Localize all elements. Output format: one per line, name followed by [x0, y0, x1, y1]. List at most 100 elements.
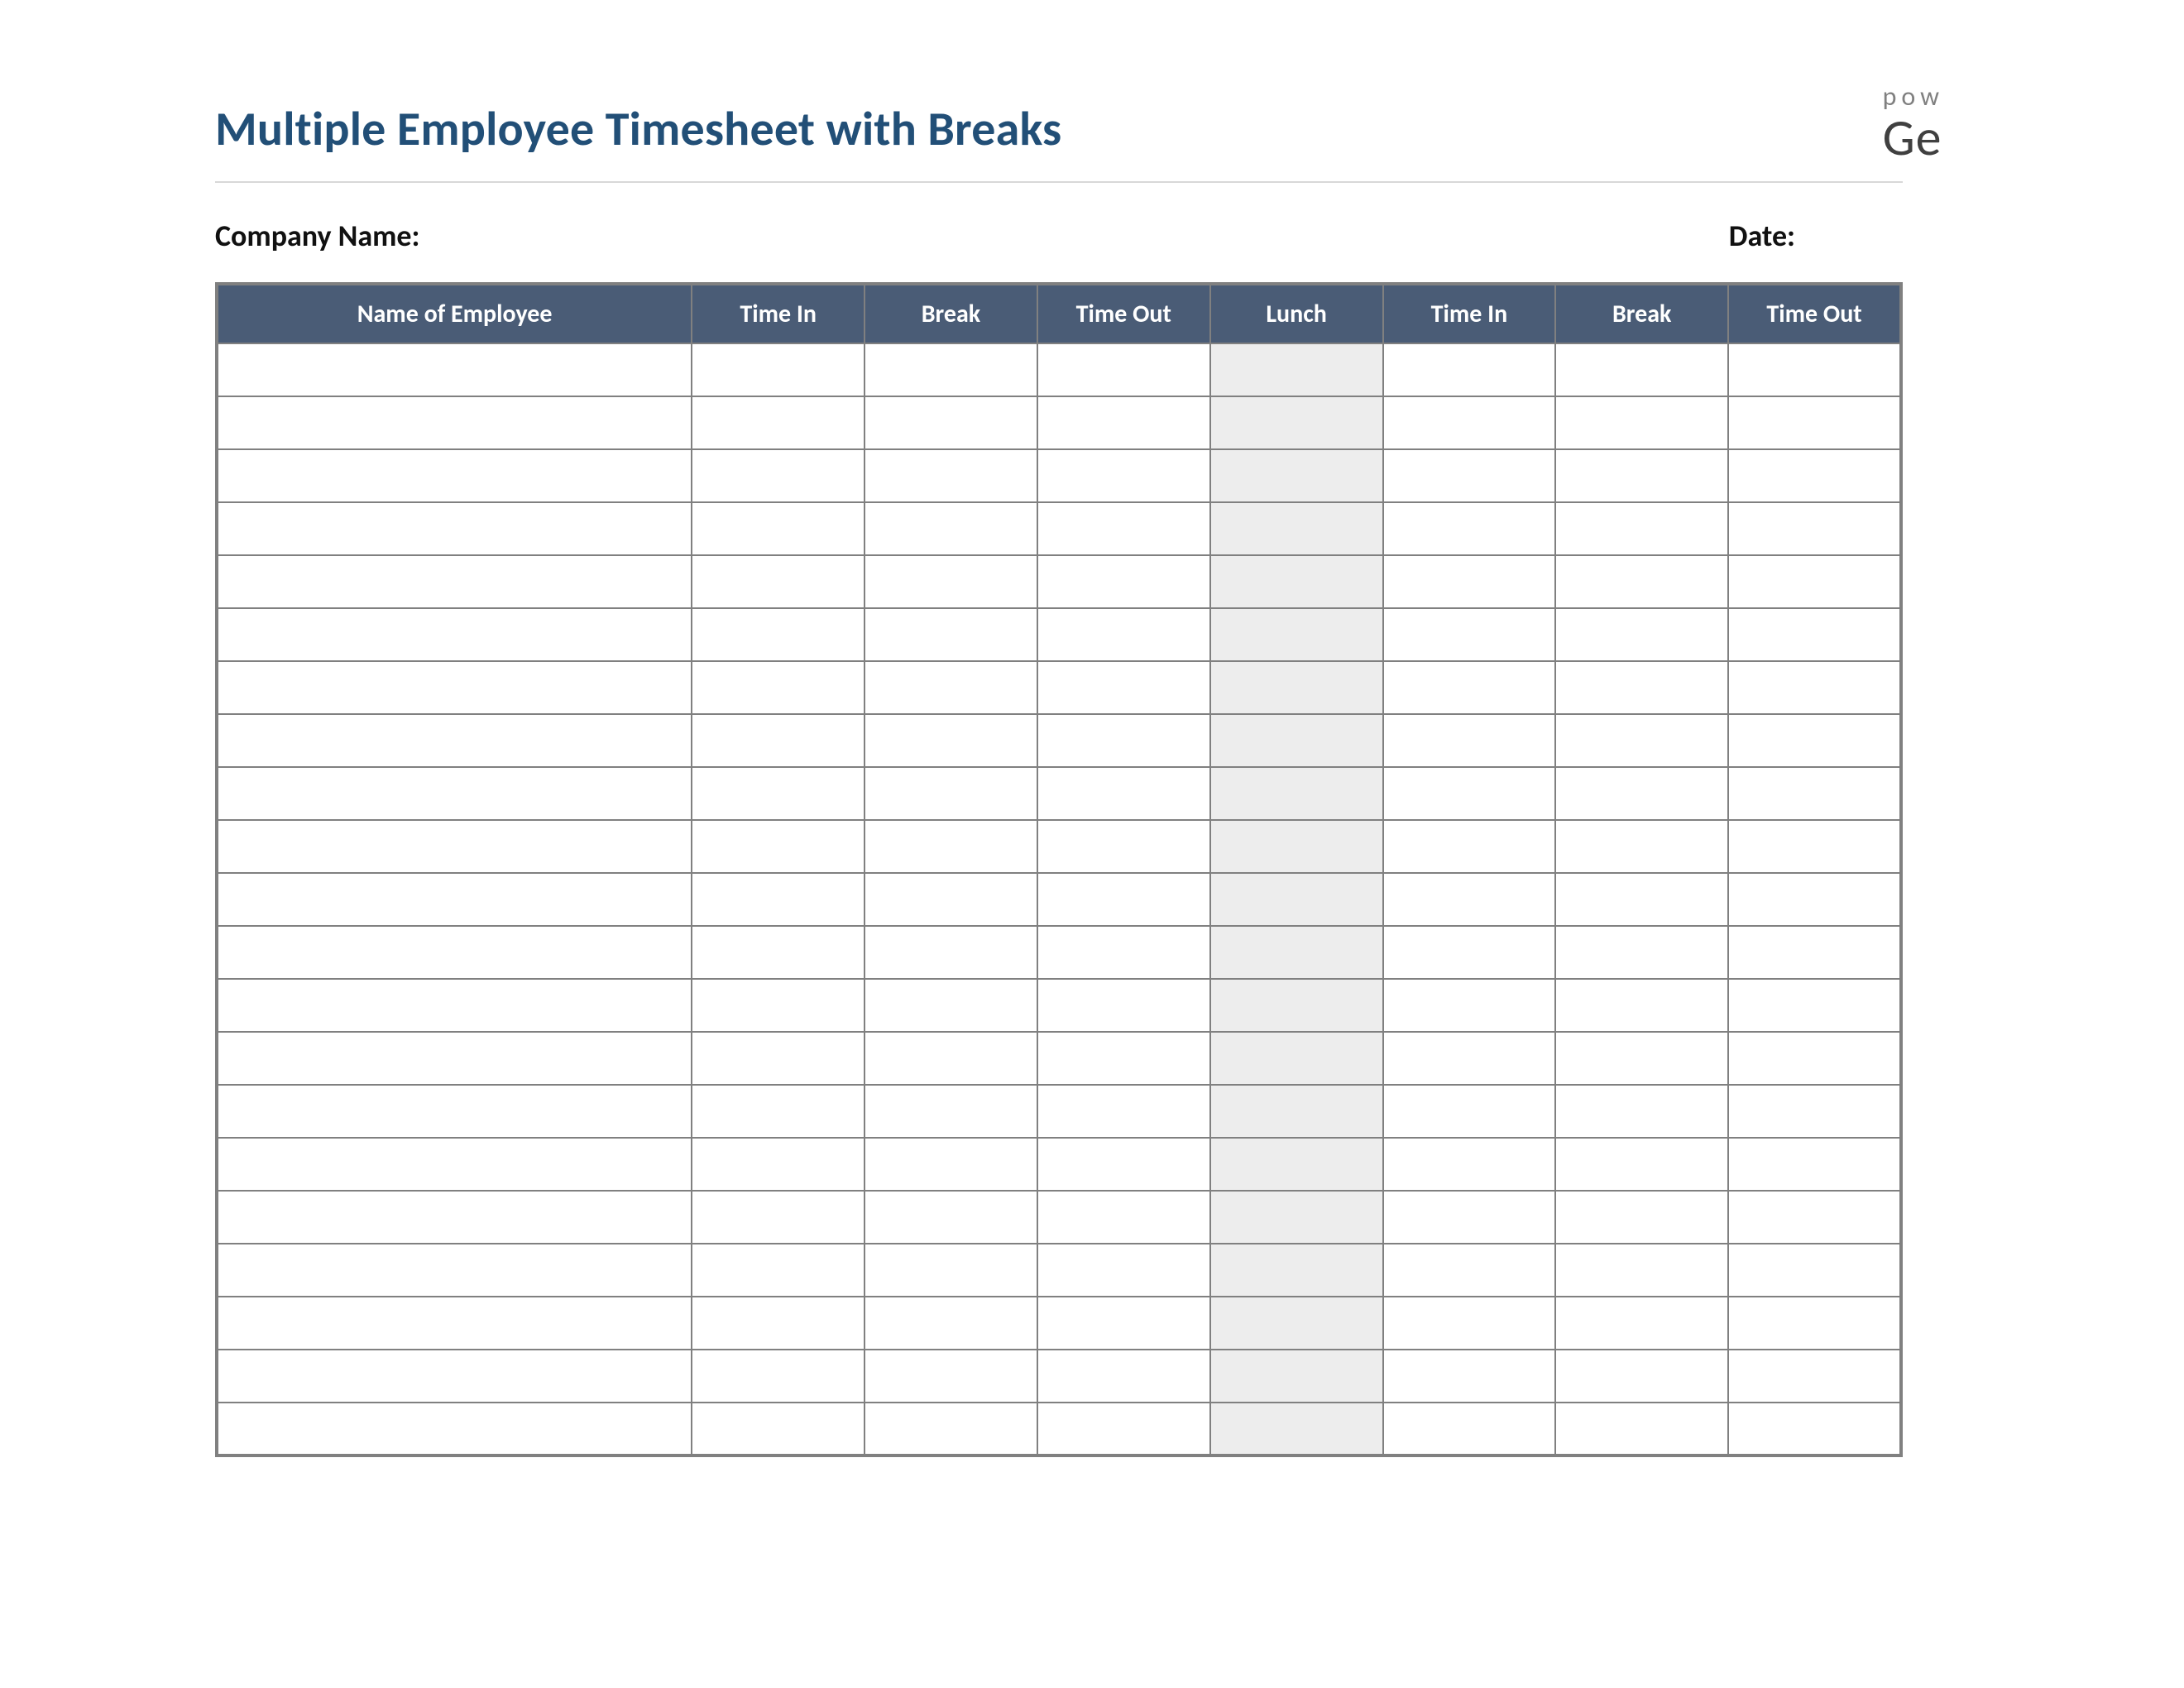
cell[interactable] [1555, 1403, 1728, 1455]
cell[interactable] [692, 1138, 864, 1191]
cell[interactable] [1383, 873, 1556, 926]
cell[interactable] [1037, 661, 1210, 714]
cell[interactable] [1037, 1085, 1210, 1138]
cell[interactable] [864, 1297, 1037, 1350]
cell[interactable] [1383, 1191, 1556, 1244]
cell[interactable] [1728, 1350, 1901, 1403]
cell[interactable] [864, 926, 1037, 979]
cell[interactable] [217, 1191, 692, 1244]
cell[interactable] [1037, 1244, 1210, 1297]
cell[interactable] [864, 820, 1037, 873]
cell[interactable] [1037, 1297, 1210, 1350]
cell[interactable] [864, 1032, 1037, 1085]
cell[interactable] [692, 1191, 864, 1244]
cell[interactable] [864, 714, 1037, 767]
cell[interactable] [1728, 1403, 1901, 1455]
cell[interactable] [217, 1403, 692, 1455]
cell[interactable] [1555, 926, 1728, 979]
cell[interactable] [1728, 1032, 1901, 1085]
cell[interactable] [692, 1297, 864, 1350]
cell[interactable] [1210, 396, 1383, 449]
cell[interactable] [1728, 714, 1901, 767]
cell[interactable] [1383, 979, 1556, 1032]
cell[interactable] [1555, 1032, 1728, 1085]
cell[interactable] [217, 979, 692, 1032]
cell[interactable] [1037, 926, 1210, 979]
cell[interactable] [217, 1244, 692, 1297]
cell[interactable] [1037, 343, 1210, 396]
cell[interactable] [1210, 608, 1383, 661]
cell[interactable] [864, 979, 1037, 1032]
cell[interactable] [1383, 502, 1556, 555]
cell[interactable] [217, 396, 692, 449]
cell[interactable] [864, 1244, 1037, 1297]
cell[interactable] [692, 1350, 864, 1403]
cell[interactable] [1555, 661, 1728, 714]
cell[interactable] [1728, 767, 1901, 820]
cell[interactable] [864, 502, 1037, 555]
cell[interactable] [1555, 767, 1728, 820]
cell[interactable] [864, 396, 1037, 449]
cell[interactable] [1728, 1085, 1901, 1138]
cell[interactable] [1037, 1403, 1210, 1455]
cell[interactable] [217, 343, 692, 396]
cell[interactable] [1728, 661, 1901, 714]
cell[interactable] [1555, 449, 1728, 502]
cell[interactable] [1037, 714, 1210, 767]
cell[interactable] [1210, 1085, 1383, 1138]
cell[interactable] [217, 820, 692, 873]
cell[interactable] [1555, 1085, 1728, 1138]
cell[interactable] [864, 1138, 1037, 1191]
cell[interactable] [692, 767, 864, 820]
cell[interactable] [864, 1403, 1037, 1455]
cell[interactable] [1210, 873, 1383, 926]
cell[interactable] [1728, 555, 1901, 608]
cell[interactable] [1210, 820, 1383, 873]
cell[interactable] [1210, 1191, 1383, 1244]
cell[interactable] [692, 1403, 864, 1455]
cell[interactable] [1555, 502, 1728, 555]
cell[interactable] [1728, 873, 1901, 926]
cell[interactable] [692, 926, 864, 979]
cell[interactable] [864, 1085, 1037, 1138]
cell[interactable] [692, 1085, 864, 1138]
cell[interactable] [1728, 1297, 1901, 1350]
cell[interactable] [864, 661, 1037, 714]
cell[interactable] [1210, 767, 1383, 820]
cell[interactable] [1383, 767, 1556, 820]
cell[interactable] [1210, 502, 1383, 555]
cell[interactable] [1728, 343, 1901, 396]
cell[interactable] [217, 449, 692, 502]
cell[interactable] [1728, 820, 1901, 873]
cell[interactable] [692, 396, 864, 449]
cell[interactable] [217, 1032, 692, 1085]
cell[interactable] [1555, 714, 1728, 767]
cell[interactable] [1037, 1032, 1210, 1085]
cell[interactable] [864, 1191, 1037, 1244]
cell[interactable] [1728, 1191, 1901, 1244]
cell[interactable] [1728, 449, 1901, 502]
cell[interactable] [692, 1032, 864, 1085]
cell[interactable] [1383, 1350, 1556, 1403]
cell[interactable] [1383, 1403, 1556, 1455]
cell[interactable] [1555, 396, 1728, 449]
cell[interactable] [217, 926, 692, 979]
cell[interactable] [692, 979, 864, 1032]
cell[interactable] [1383, 396, 1556, 449]
cell[interactable] [1383, 1085, 1556, 1138]
cell[interactable] [1210, 661, 1383, 714]
cell[interactable] [1555, 820, 1728, 873]
cell[interactable] [1037, 873, 1210, 926]
cell[interactable] [217, 555, 692, 608]
cell[interactable] [217, 1085, 692, 1138]
cell[interactable] [1383, 449, 1556, 502]
cell[interactable] [692, 608, 864, 661]
cell[interactable] [1210, 714, 1383, 767]
cell[interactable] [1555, 1350, 1728, 1403]
cell[interactable] [1383, 820, 1556, 873]
cell[interactable] [1210, 1350, 1383, 1403]
cell[interactable] [1037, 396, 1210, 449]
cell[interactable] [1210, 449, 1383, 502]
cell[interactable] [1555, 873, 1728, 926]
cell[interactable] [217, 873, 692, 926]
